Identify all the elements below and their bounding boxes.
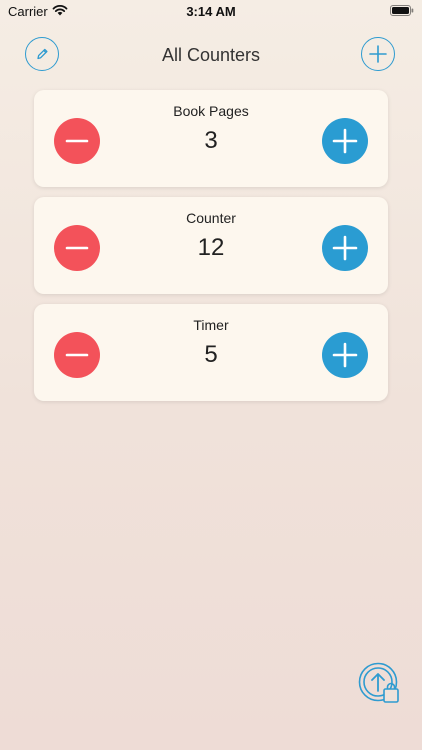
counter-name: Book Pages (173, 103, 249, 119)
counter-card-book-pages: Book Pages 3 (34, 90, 388, 187)
counter-card-timer: Timer 5 (34, 304, 388, 401)
status-bar: Carrier 3:14 AM (0, 0, 422, 24)
battery-icon (390, 5, 414, 16)
plus-icon (369, 45, 387, 63)
page-title: All Counters (161, 45, 261, 65)
upload-shopping-bag-icon[interactable] (358, 662, 402, 704)
counter-card-counter: Counter 12 (34, 197, 388, 294)
plus-icon (332, 235, 358, 261)
plus-icon (332, 128, 358, 154)
counter-name: Counter (186, 210, 236, 226)
increment-button[interactable] (322, 332, 368, 378)
counter-name: Timer (193, 317, 229, 333)
plus-icon (332, 342, 358, 368)
status-time: 3:14 AM (186, 4, 236, 19)
increment-button[interactable] (322, 118, 368, 164)
increment-button[interactable] (322, 225, 368, 271)
add-counter-button[interactable] (361, 37, 395, 71)
